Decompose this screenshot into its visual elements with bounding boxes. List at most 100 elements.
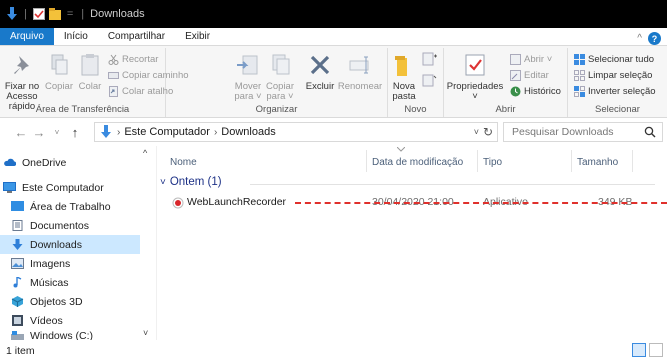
select-none-button[interactable]: Limpar seleção (574, 70, 652, 81)
nav-item-videos[interactable]: Vídeos (0, 311, 140, 330)
copy-to-button[interactable]: Copiar para ˅ (264, 52, 296, 102)
group-new: Nova pasta Novo (388, 48, 444, 117)
recent-locations-icon[interactable]: ˅ (48, 128, 66, 137)
nav-item-music[interactable]: Músicas (0, 273, 140, 292)
column-date[interactable]: Data de modificação (372, 152, 463, 172)
invert-selection-label: Inverter seleção (588, 86, 656, 97)
nav-item-onedrive[interactable]: OneDrive (0, 153, 140, 172)
pin-icon (14, 56, 29, 74)
status-bar: 1 item (0, 340, 667, 362)
column-type[interactable]: Tipo (483, 152, 502, 172)
breadcrumb-downloads[interactable]: Downloads (221, 126, 275, 138)
nav-item-this-pc[interactable]: Este Computador (0, 178, 140, 197)
nav-scrollbar[interactable]: ^ ˅ (141, 146, 155, 340)
column-divider[interactable] (632, 150, 633, 172)
scissors-icon (108, 54, 119, 65)
nav-item-pictures[interactable]: Imagens (0, 254, 140, 273)
paste-shortcut-icon (109, 86, 118, 97)
address-dropdown-icon[interactable]: ˅ (474, 127, 479, 137)
details-view-icon[interactable] (632, 343, 646, 357)
back-arrow-icon[interactable]: ← (12, 125, 30, 140)
cut-button[interactable]: Recortar (108, 54, 158, 65)
view-switcher (632, 343, 663, 357)
properties-button[interactable]: Propriedades ˅ (447, 52, 503, 102)
select-all-button[interactable]: Selecionar tudo (574, 54, 654, 65)
paste-label: Colar (78, 81, 102, 92)
nav-item-desktop[interactable]: Área de Trabalho (0, 197, 140, 216)
copy-icon (51, 54, 68, 75)
breadcrumb-chevron-icon-2[interactable]: › (214, 127, 217, 138)
customize-toolbar-icon[interactable]: = (67, 8, 73, 20)
group-open: Propriedades ˅ Abrir ˅ Editar Histórico … (444, 48, 568, 117)
nav-label-videos: Vídeos (30, 314, 63, 327)
tab-view[interactable]: Exibir (175, 28, 220, 45)
group-label-open: Abrir (495, 104, 516, 115)
column-name[interactable]: Nome (170, 152, 197, 172)
pin-quick-access-button[interactable]: Fixar no Acesso rápido (2, 52, 42, 112)
ribbon: Fixar no Acesso rápido Copiar Colar Reco… (0, 45, 667, 118)
group-label: Ontem (1) (169, 176, 222, 188)
paste-button[interactable]: Colar (76, 52, 104, 92)
nav-label-this-pc: Este Computador (22, 181, 104, 194)
record-app-icon (172, 197, 184, 209)
tab-file[interactable]: Arquivo (0, 28, 54, 45)
table-row[interactable]: WebLaunchRecorder 30/04/2020 21:00 Aplic… (167, 194, 667, 212)
search-icon[interactable] (644, 126, 656, 138)
new-item-icon[interactable] (422, 52, 438, 68)
file-name: WebLaunchRecorder (187, 196, 287, 208)
column-divider[interactable] (571, 150, 572, 172)
edit-label: Editar (524, 70, 549, 81)
help-icon[interactable]: ? (648, 32, 661, 45)
group-organize: Mover para ˅ Copiar para ˅ Excluir Renom… (166, 48, 388, 117)
scroll-down-icon[interactable]: ˅ (143, 328, 148, 338)
copy-label: Copiar (45, 81, 73, 92)
address-bar[interactable]: › Este Computador › Downloads ˅ ↻ (94, 122, 498, 142)
forward-arrow-icon[interactable]: → (30, 125, 48, 140)
copy-button[interactable]: Copiar (44, 52, 74, 92)
toolbar-separator: | (24, 8, 27, 20)
nav-item-3d-objects[interactable]: Objetos 3D (0, 292, 140, 311)
column-size[interactable]: Tamanho (577, 152, 618, 172)
open-button[interactable]: Abrir ˅ (510, 54, 552, 65)
column-divider[interactable] (366, 150, 367, 172)
toolbar-separator-2: | (81, 8, 85, 20)
rename-button[interactable]: Renomear (338, 52, 382, 92)
select-all-label: Selecionar tudo (588, 54, 655, 65)
new-folder-quick-icon[interactable] (48, 8, 61, 20)
download-arrow-icon (12, 239, 23, 250)
group-header[interactable]: ˅ Ontem (1) (160, 176, 655, 188)
invert-selection-button[interactable]: Inverter seleção (574, 86, 656, 97)
properties-dropdown-icon[interactable]: ˅ (472, 92, 478, 102)
new-folder-button[interactable]: Nova pasta (390, 52, 418, 102)
refresh-icon[interactable]: ↻ (483, 125, 493, 139)
breadcrumb-chevron-icon[interactable]: › (117, 127, 120, 138)
breadcrumb-this-pc[interactable]: Este Computador (124, 126, 210, 138)
column-divider[interactable] (477, 150, 478, 172)
delete-button[interactable]: Excluir (302, 52, 338, 92)
search-input[interactable]: Pesquisar Downloads (503, 122, 663, 142)
properties-check-icon[interactable] (32, 8, 45, 20)
up-arrow-icon[interactable]: ↑ (66, 125, 84, 140)
edit-button[interactable]: Editar (510, 70, 549, 81)
downloads-arrow-icon (7, 7, 17, 20)
properties-icon (465, 54, 485, 76)
scroll-up-icon[interactable]: ^ (143, 148, 147, 158)
open-label: Abrir ˅ (524, 54, 553, 65)
music-note-icon (13, 277, 22, 288)
history-button[interactable]: Histórico (510, 86, 561, 97)
easy-access-icon[interactable] (422, 72, 438, 88)
nav-item-downloads[interactable]: Downloads (0, 235, 140, 254)
collapse-ribbon-icon[interactable]: ^ (637, 33, 642, 44)
nav-label-onedrive: OneDrive (22, 156, 67, 169)
open-icon (510, 54, 521, 65)
move-to-button[interactable]: Mover para ˅ (232, 52, 264, 102)
large-icons-view-icon[interactable] (649, 343, 663, 357)
ribbon-tabs: Arquivo Início Compartilhar Exibir ^ ? (0, 28, 667, 45)
nav-label-music: Músicas (30, 276, 69, 289)
paste-shortcut-button[interactable]: Colar atalho (108, 86, 173, 97)
group-collapse-icon[interactable]: ˅ (160, 177, 166, 188)
video-icon (12, 315, 23, 326)
nav-item-documents[interactable]: Documentos (0, 216, 140, 235)
tab-share[interactable]: Compartilhar (98, 28, 175, 45)
tab-home[interactable]: Início (54, 28, 98, 45)
